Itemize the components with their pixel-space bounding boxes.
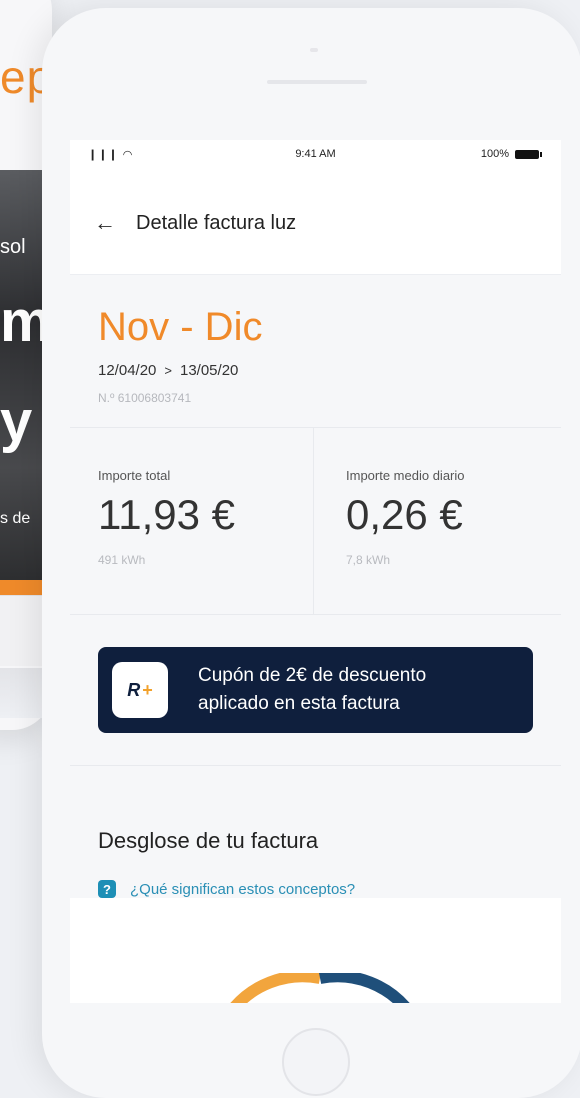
battery-percent: 100% [480, 148, 509, 160]
total-amount-block: Importe total 11,93 € 491 kWh [70, 428, 313, 614]
phone-screen: ❙❙❙ ◠ 9:41 AM 100% ← Detalle factura luz… [70, 140, 561, 1003]
donut-chart-svg [230, 973, 410, 1003]
concepts-help-link[interactable]: ? ¿Qué significan estos conceptos? [98, 880, 533, 898]
date-end: 13/05/20 [179, 362, 239, 379]
battery-indicator: 100% [480, 148, 542, 160]
daily-kwh: 7,8 kWh [346, 553, 391, 567]
background-orange-button [0, 580, 42, 595]
invoice-period-section: Nov - Dic 12/04/20 > 13/05/20 N.º 610068… [70, 275, 561, 428]
invoice-dates: 12/04/20 > 13/05/20 [98, 362, 533, 379]
date-start: 12/04/20 [98, 362, 157, 379]
background-photo: sol m y s de [0, 170, 42, 595]
help-link-text[interactable]: ¿Qué significan estos conceptos? [130, 881, 355, 898]
date-arrow-icon: > [164, 363, 172, 378]
total-kwh: 491 kWh [98, 553, 146, 567]
total-amount-label: Importe total [98, 468, 171, 483]
speaker-grille [267, 80, 367, 84]
donut-segment-orange [230, 973, 321, 1003]
background-photo-text: y [0, 389, 33, 454]
invoice-period: Nov - Dic [98, 305, 263, 349]
daily-amount-label: Importe medio diario [346, 468, 465, 483]
background-shadow [0, 668, 42, 718]
coupon-section: R + Cupón de 2€ de descuento aplicado en … [70, 615, 561, 766]
back-arrow-icon[interactable]: ← [94, 212, 116, 234]
page-title: Detalle factura luz [136, 211, 297, 234]
daily-amount-value: 0,26 € [346, 491, 463, 538]
breakdown-donut-chart [210, 973, 430, 1003]
help-icon: ? [98, 880, 116, 898]
background-photo-text: m [0, 289, 42, 354]
app-bar: ← Detalle factura luz [70, 172, 561, 275]
coupon-text: Cupón de 2€ de descuento aplicado en est… [198, 662, 426, 718]
invoice-content: Nov - Dic 12/04/20 > 13/05/20 N.º 610068… [70, 275, 561, 898]
home-button[interactable] [282, 1028, 350, 1096]
battery-icon [515, 149, 542, 159]
total-amount-value: 11,93 € [98, 491, 236, 538]
coupon-line-2: aplicado en esta factura [198, 693, 400, 714]
coupon-line-1: Cupón de 2€ de descuento [198, 665, 427, 686]
amounts-section: Importe total 11,93 € 491 kWh Importe me… [70, 428, 561, 615]
camera-dot [310, 48, 318, 52]
background-photo-text: s de [0, 510, 31, 527]
repsol-plus-logo-icon: R + [112, 662, 168, 718]
daily-amount-block: Importe medio diario 0,26 € 7,8 kWh [313, 428, 561, 614]
logo-letter: R [127, 679, 141, 700]
breakdown-title: Desglose de tu factura [98, 828, 319, 853]
breakdown-section: Desglose de tu factura ? ¿Qué significan… [70, 766, 561, 898]
logo-plus: + [142, 679, 153, 700]
background-photo-text: sol [0, 236, 26, 258]
status-bar: ❙❙❙ ◠ 9:41 AM 100% [70, 140, 561, 172]
coupon-banner[interactable]: R + Cupón de 2€ de descuento aplicado en … [98, 647, 533, 733]
invoice-number: N.º 61006803741 [98, 391, 192, 405]
background-footer [0, 595, 42, 666]
donut-segment-blue [319, 973, 410, 1003]
